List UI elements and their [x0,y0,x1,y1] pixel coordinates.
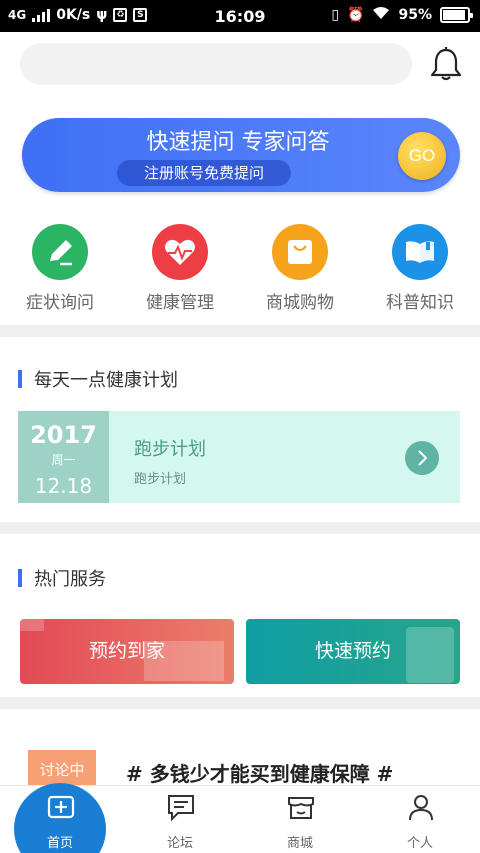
tab-bar: 首页 论坛 商城 个人 [0,783,480,853]
section-accent-bar [18,370,22,388]
status-right: ▯ ⏰ 95% [331,6,473,24]
tab-label: 论坛 [166,836,193,851]
section-divider [0,325,480,337]
quick-nav: 症状询问 健康管理 商城购物 科普知识 [0,224,480,314]
chat-icon [166,792,196,822]
vibrate-icon: ▯ [331,7,340,23]
book-icon [392,224,448,280]
battery-percent: 95% [398,7,432,23]
search-input[interactable] [20,43,412,85]
nav-label: 健康管理 [146,293,214,313]
health-plan-header: 每天一点健康计划 [18,366,178,392]
tab-forum[interactable]: 论坛 [120,786,240,853]
tab-mall[interactable]: 商城 [240,786,360,853]
tab-label: 商城 [286,836,313,851]
tab-label: 首页 [46,836,73,851]
nav-mall-shopping[interactable]: 商城购物 [240,224,360,313]
ask-expert-banner[interactable]: 快速提问 专家问答 注册账号免费提问 GO [22,118,460,192]
hot-services-header: 热门服务 [18,565,106,591]
banner-title: 快速提问 专家问答 [146,130,330,155]
nav-label: 症状询问 [26,293,94,313]
register-ask-button[interactable]: 注册账号免费提问 [117,160,291,186]
person-icon [406,792,436,822]
tab-home[interactable]: 首页 [0,783,120,853]
go-button[interactable]: GO [398,132,446,180]
decoration [20,619,44,631]
tab-profile[interactable]: 个人 [360,786,480,853]
section-title: 每天一点健康计划 [34,370,178,391]
quick-appointment-button[interactable]: 快速预约 [246,619,460,684]
shopping-bag-icon [272,224,328,280]
plan-date: 12.18 [34,474,93,498]
plan-date-block: 2017 周一 12.18 [18,411,109,503]
battery-icon [440,7,473,23]
bell-icon[interactable] [428,46,464,82]
nav-science-knowledge[interactable]: 科普知识 [360,224,480,313]
nav-symptom-inquiry[interactable]: 症状询问 [0,224,120,313]
service-label: 快速预约 [314,640,391,662]
store-icon [286,792,316,822]
plan-subtitle: 跑步计划 [134,472,187,487]
nav-label: 科普知识 [386,293,454,313]
section-divider [0,697,480,709]
section-divider [0,522,480,534]
nav-label: 商城购物 [266,293,334,313]
status-bar: 4G 0K/s ψ ♻ S 16:09 ▯ ⏰ 95% [0,0,480,32]
service-label: 预约到家 [88,640,165,662]
discussion-title[interactable]: # 多钱少才能买到健康保障 # [126,758,393,787]
section-title: 热门服务 [34,569,106,590]
section-accent-bar [18,569,22,587]
pen-icon [32,224,88,280]
heart-pulse-icon [152,224,208,280]
wifi-icon [372,6,390,24]
plan-title: 跑步计划 [134,439,206,460]
plan-weekday: 周一 [51,453,76,467]
chevron-right-icon[interactable] [405,441,439,475]
plus-box-icon [46,792,76,822]
nav-health-management[interactable]: 健康管理 [120,224,240,313]
plan-card[interactable]: 2017 周一 12.18 跑步计划 跑步计划 [18,411,460,503]
plan-year: 2017 [30,421,97,449]
home-appointment-button[interactable]: 预约到家 [20,619,234,684]
alarm-icon: ⏰ [347,7,365,23]
clipboard-icon [406,627,454,683]
tab-label: 个人 [406,836,433,851]
